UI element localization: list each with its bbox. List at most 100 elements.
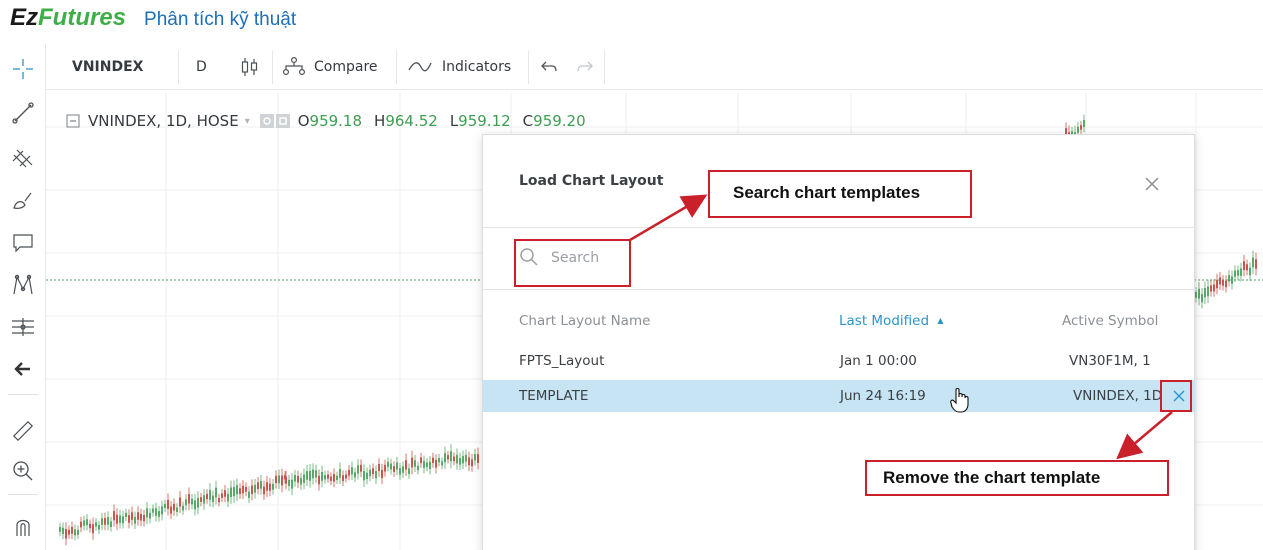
compare-button[interactable]: Compare: [282, 44, 378, 90]
symbol-search-button[interactable]: VNINDEX: [72, 44, 143, 90]
legend-open-value: 959.18: [309, 112, 363, 130]
candle-body: [143, 514, 145, 522]
candle-body: [209, 490, 211, 500]
candle-body: [155, 508, 157, 516]
column-header-name[interactable]: Chart Layout Name: [519, 313, 650, 329]
candle-body: [468, 457, 470, 466]
candle-body: [1198, 288, 1200, 299]
candle-body: [200, 497, 202, 502]
layout-row-selected[interactable]: TEMPLATE Jun 24 16:19 VNINDEX, 1D: [483, 380, 1195, 413]
candle-body: [122, 516, 124, 524]
candle-body: [179, 497, 181, 507]
hide-toolbar-button[interactable]: [6, 352, 40, 386]
compare-icon: [282, 56, 306, 78]
comment-tool[interactable]: [6, 226, 40, 260]
candle-body: [1249, 267, 1251, 276]
candle-body: [263, 486, 265, 495]
ruler-tool[interactable]: [6, 414, 40, 448]
candle-body: [221, 493, 223, 498]
row-name: TEMPLATE: [519, 388, 589, 404]
crosshair-icon: [11, 57, 35, 81]
candle-body: [1201, 294, 1203, 303]
chart-style-button[interactable]: [239, 44, 261, 90]
candle-body: [92, 524, 94, 534]
brand-logo-ez: Ez: [10, 4, 39, 31]
candle-body: [285, 476, 287, 484]
candle-body: [456, 454, 458, 464]
fib-tool[interactable]: [6, 140, 40, 174]
candle-body: [1243, 261, 1245, 270]
toolbar-divider: [178, 50, 179, 84]
candle-body: [1234, 270, 1236, 277]
candle-body: [1204, 288, 1206, 298]
candle-body: [423, 461, 425, 468]
candle-body: [444, 453, 446, 463]
candle-body: [450, 451, 452, 462]
redo-button[interactable]: [574, 44, 594, 90]
candle-body: [1252, 257, 1254, 268]
measure-tools[interactable]: [6, 310, 40, 344]
candle-body: [414, 460, 416, 467]
column-header-active-symbol[interactable]: Active Symbol: [1062, 313, 1158, 329]
candle-body: [125, 512, 127, 517]
column-header-last-modified-label: Last Modified: [839, 313, 930, 329]
candle-body: [396, 462, 398, 470]
candle-body: [77, 529, 79, 535]
candle-body: [185, 499, 187, 506]
candle-body: [1237, 270, 1239, 276]
layout-row[interactable]: FPTS_Layout Jan 1 00:00 VN30F1M, 1: [483, 345, 1195, 377]
magnet-tool[interactable]: [6, 510, 40, 544]
candles-icon: [239, 56, 261, 78]
candle-body: [230, 487, 232, 498]
candle-body: [59, 526, 61, 532]
candle-body: [303, 474, 305, 483]
candle-body: [68, 529, 70, 535]
legend-settings-icons[interactable]: [259, 114, 290, 128]
candle-body: [330, 476, 332, 481]
candle-body: [321, 472, 323, 481]
candle-body: [203, 495, 205, 504]
top-toolbar: VNINDEX D Compare Indicators: [46, 44, 1263, 90]
legend-dropdown-icon[interactable]: ▾: [245, 116, 250, 127]
crosshair-tool[interactable]: [6, 52, 40, 86]
candle-body: [248, 491, 250, 498]
ruler-icon: [11, 419, 35, 443]
candle-body: [429, 461, 431, 469]
dialog-divider: [483, 289, 1196, 290]
candle-body: [245, 486, 247, 492]
candle-body: [402, 466, 404, 473]
undo-button[interactable]: [540, 44, 560, 90]
legend-close-label: C: [522, 112, 534, 130]
legend-high-label: H: [374, 112, 386, 130]
candle-body: [167, 499, 169, 509]
candle-body: [206, 493, 208, 500]
remove-highlight-box: [1160, 380, 1192, 412]
dialog-close-button[interactable]: [1141, 173, 1163, 195]
candle-body: [182, 505, 184, 511]
dialog-divider: [483, 227, 1196, 228]
candle-body: [345, 474, 347, 479]
legend-high-value: 964.52: [385, 112, 438, 130]
candle-body: [275, 475, 277, 484]
candle-body: [1219, 277, 1221, 285]
candle-body: [405, 460, 407, 470]
trend-line-tool[interactable]: [6, 96, 40, 130]
pattern-tool[interactable]: [6, 268, 40, 302]
candle-body: [312, 469, 314, 479]
candle-body: [363, 471, 365, 481]
brush-tool[interactable]: [6, 184, 40, 218]
candle-body: [297, 475, 299, 483]
remove-annotation-label: Remove the chart template: [883, 468, 1101, 487]
indicators-button[interactable]: Indicators: [408, 44, 511, 90]
column-header-last-modified[interactable]: Last Modified ▲: [839, 313, 943, 329]
candle-body: [462, 456, 464, 464]
zoom-in-tool[interactable]: [6, 454, 40, 488]
candle-body: [465, 454, 467, 462]
candle-body: [71, 526, 73, 534]
collapse-legend-icon[interactable]: [66, 114, 80, 128]
interval-button[interactable]: D: [196, 44, 207, 90]
candle-body: [215, 487, 217, 498]
candle-body: [80, 521, 82, 528]
candle-body: [239, 488, 241, 494]
candle-body: [1240, 268, 1242, 276]
